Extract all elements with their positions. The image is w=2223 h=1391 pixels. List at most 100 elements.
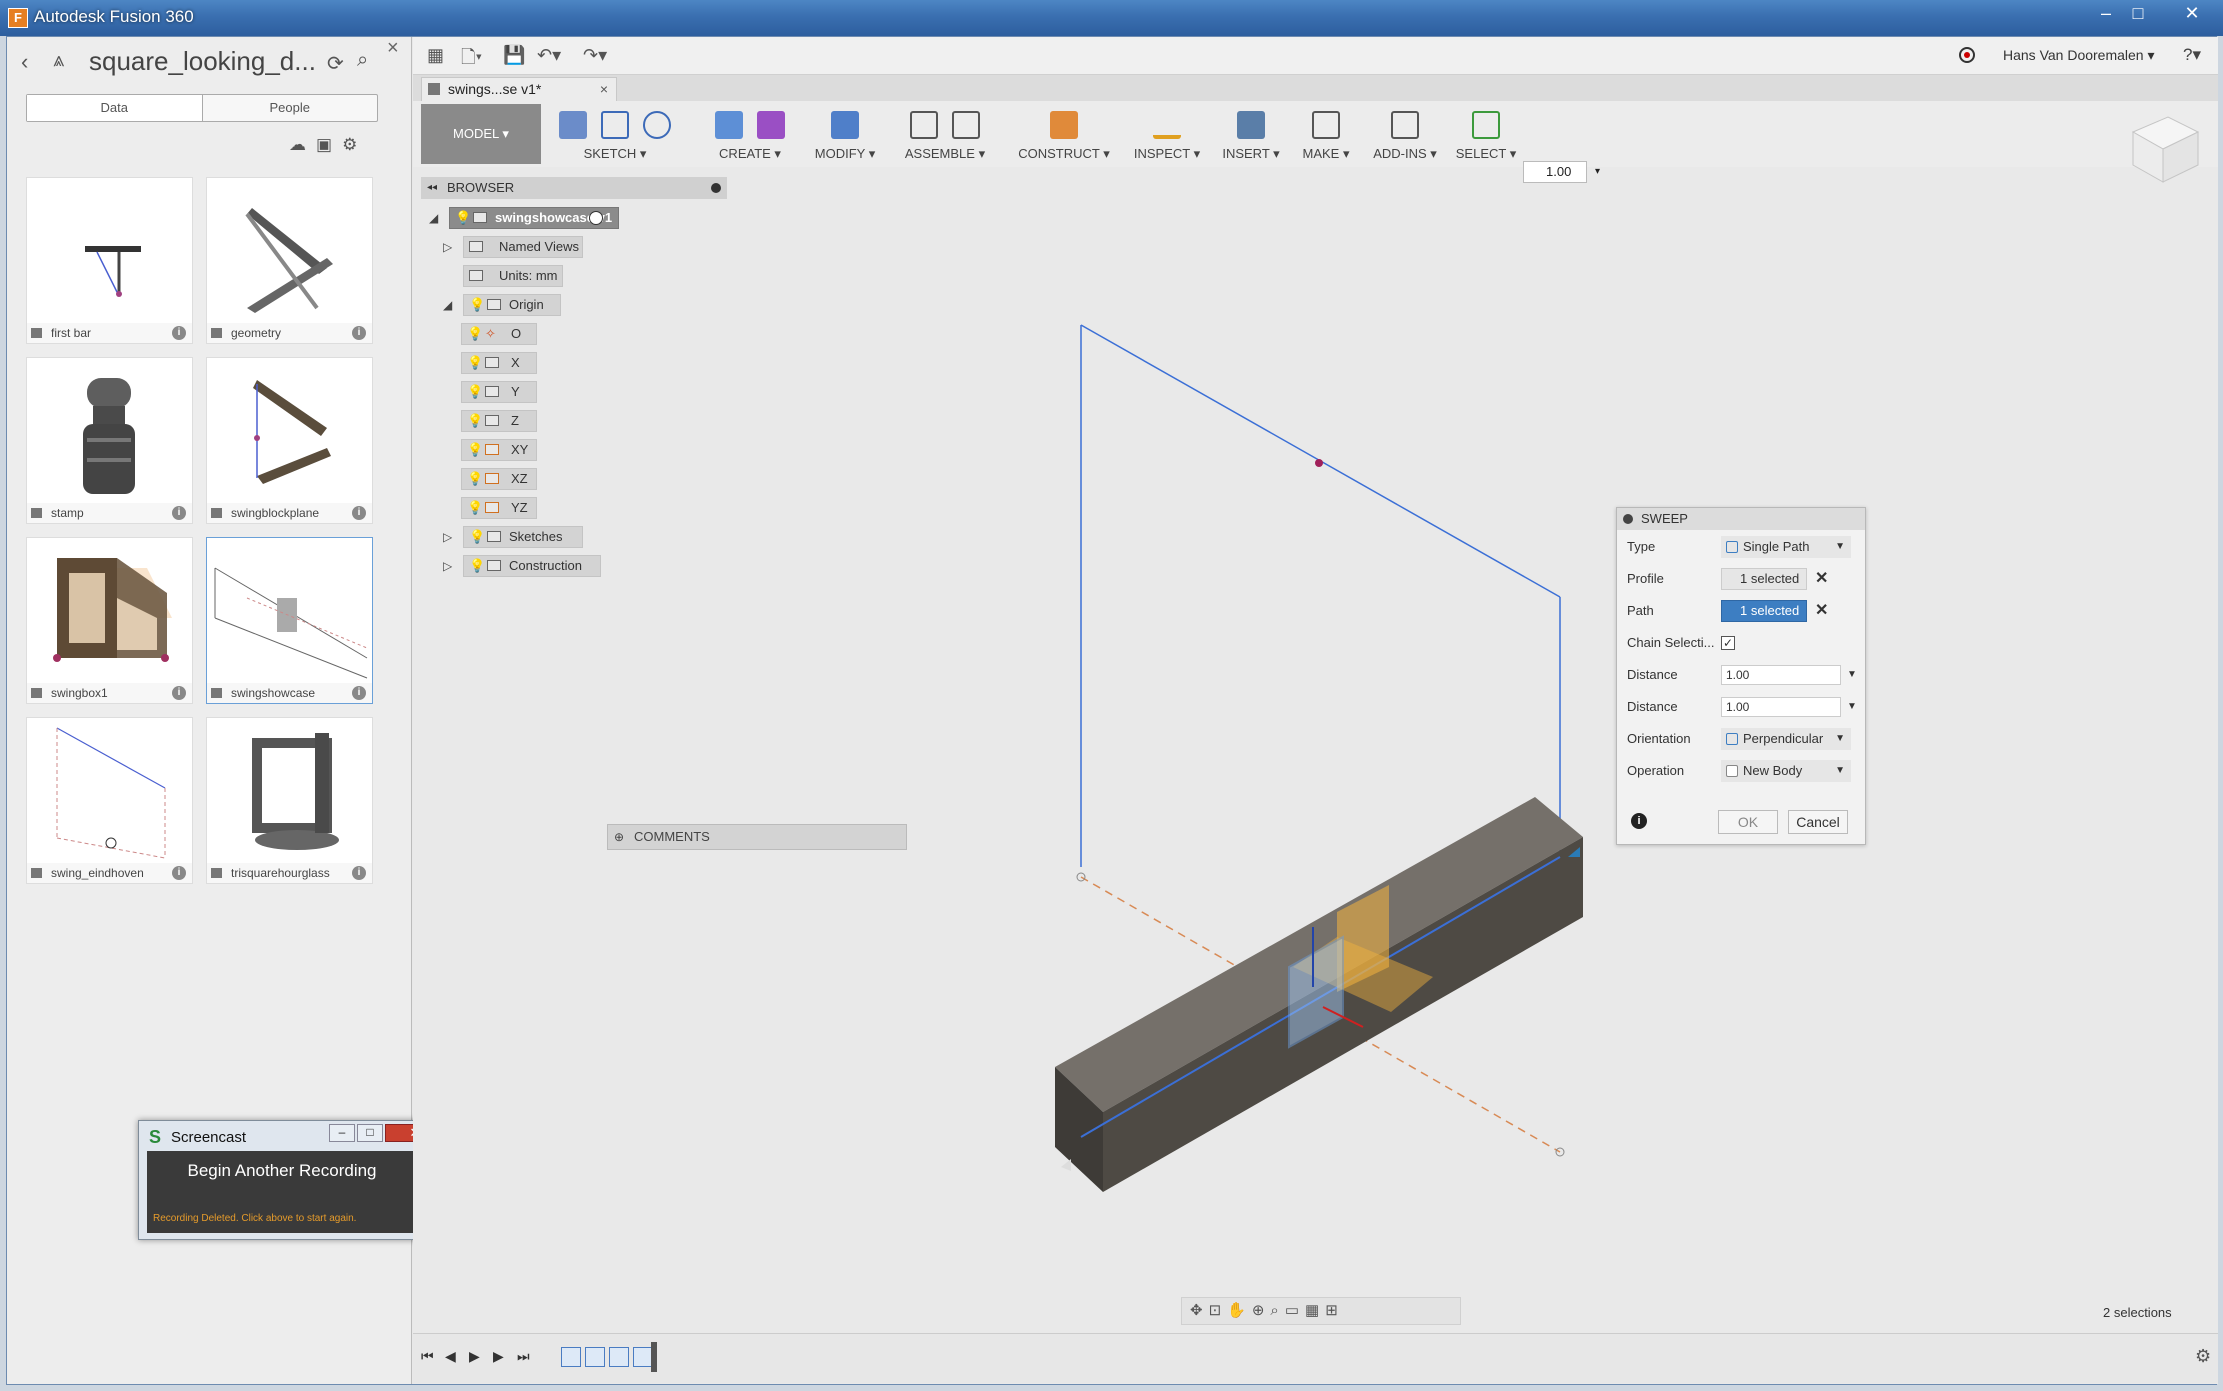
construct-group[interactable]: CONSTRUCT ▾ — [1009, 101, 1119, 167]
view-cube[interactable] — [2123, 107, 2203, 187]
select-menu[interactable]: SELECT ▾ — [1451, 146, 1521, 162]
fit-icon[interactable]: ⌕ — [1270, 1302, 1284, 1319]
inspect-group[interactable]: INSPECT ▾ — [1125, 101, 1209, 167]
go-to-end-icon[interactable]: ⏭ — [517, 1348, 530, 1365]
canvas-viewport[interactable] — [413, 167, 2218, 1333]
file-tile[interactable]: geometry i — [206, 177, 373, 344]
settings-icon[interactable]: ⚙ — [342, 135, 367, 154]
go-to-start-icon[interactable]: ⏮ — [421, 1348, 434, 1365]
grid-settings-icon[interactable]: ▦ — [1305, 1302, 1325, 1319]
upload-icon[interactable]: ☁ — [289, 135, 316, 154]
visibility-icon[interactable]: 💡 — [467, 327, 483, 341]
help-icon[interactable]: ?▾ — [2183, 45, 2201, 65]
addins-group[interactable]: ADD-INS ▾ — [1365, 101, 1445, 167]
file-tile-selected[interactable]: swingshowcase i — [206, 537, 373, 704]
path-selector[interactable]: 1 selected — [1721, 600, 1807, 622]
assemble-menu[interactable]: ASSEMBLE ▾ — [895, 146, 995, 162]
sketch-point[interactable] — [1315, 459, 1323, 467]
profile-selector[interactable]: 1 selected — [1721, 568, 1807, 590]
info-icon[interactable]: i — [172, 866, 186, 880]
make-group[interactable]: MAKE ▾ — [1293, 101, 1359, 167]
chevron-down-icon[interactable]: ▼ — [1847, 664, 1857, 686]
timeline-feature[interactable] — [585, 1347, 605, 1367]
browser-node-xz-plane[interactable]: 💡 XZ — [461, 468, 541, 490]
browser-node-origin-point[interactable]: 💡 ✧ O — [461, 323, 541, 345]
file-tile[interactable]: swingbox1 i — [26, 537, 193, 704]
scale-input[interactable]: 1.00 ▾ — [1523, 161, 1600, 183]
modify-menu[interactable]: MODIFY ▾ — [805, 146, 885, 162]
orientation-select[interactable]: Perpendicular ▼ — [1721, 728, 1851, 750]
undo-icon[interactable]: ↶▾ — [537, 45, 561, 66]
file-tile[interactable]: swing_eindhoven i — [26, 717, 193, 884]
insert-image-icon[interactable] — [1237, 111, 1265, 139]
workspace-switcher[interactable]: MODEL ▾ — [421, 104, 541, 164]
rectangle-icon[interactable] — [601, 111, 629, 139]
expand-icon[interactable]: ▷ — [443, 236, 452, 258]
make-menu[interactable]: MAKE ▾ — [1293, 146, 1359, 162]
info-icon[interactable]: i — [352, 686, 366, 700]
timeline-marker[interactable] — [651, 1342, 657, 1372]
maximize-button[interactable]: □ — [2122, 2, 2154, 26]
user-menu[interactable]: Hans Van Dooremalen ▾ — [2003, 47, 2155, 64]
info-icon[interactable]: i — [1631, 813, 1647, 829]
browser-node-x-axis[interactable]: 💡 X — [461, 352, 541, 374]
close-window-button[interactable]: ✕ — [2170, 2, 2214, 26]
cancel-button[interactable]: Cancel — [1788, 810, 1848, 834]
visibility-icon[interactable]: 💡 — [467, 501, 483, 515]
create-group[interactable]: CREATE ▾ — [705, 101, 795, 167]
grid-menu-icon[interactable]: ▦ — [427, 45, 444, 66]
select-group[interactable]: SELECT ▾ — [1451, 101, 1521, 167]
info-icon[interactable]: i — [172, 506, 186, 520]
step-forward-icon[interactable]: ▶ — [493, 1348, 504, 1365]
form-icon[interactable] — [757, 111, 785, 139]
offset-plane-icon[interactable] — [1050, 111, 1078, 139]
pan-icon[interactable]: ✋ — [1227, 1302, 1252, 1319]
path-start-arrow[interactable] — [1061, 1159, 1071, 1171]
visibility-icon[interactable]: 💡 — [467, 414, 483, 428]
close-panel-icon[interactable]: × — [387, 37, 399, 60]
info-icon[interactable]: i — [352, 326, 366, 340]
file-tile[interactable]: trisquarehourglass i — [206, 717, 373, 884]
file-tile[interactable]: stamp i — [26, 357, 193, 524]
browser-node-y-axis[interactable]: 💡 Y — [461, 381, 541, 403]
info-icon[interactable]: i — [172, 326, 186, 340]
collapse-dialog-icon[interactable] — [1623, 514, 1633, 524]
joint-icon[interactable] — [952, 111, 980, 139]
browser-node-z-axis[interactable]: 💡 Z — [461, 410, 541, 432]
assemble-group[interactable]: ASSEMBLE ▾ — [895, 101, 995, 167]
browser-node-units[interactable]: Units: mm — [443, 265, 563, 287]
select-icon[interactable] — [1472, 111, 1500, 139]
sweep-header[interactable]: SWEEP — [1617, 508, 1865, 530]
info-icon[interactable]: i — [352, 506, 366, 520]
chevron-down-icon[interactable]: ▾ — [1595, 162, 1600, 182]
play-icon[interactable]: ▶ — [469, 1348, 480, 1365]
timeline-settings-icon[interactable]: ⚙ — [2195, 1346, 2211, 1367]
hub-icon[interactable]: ⩓ — [53, 49, 64, 72]
modify-group[interactable]: MODIFY ▾ — [805, 101, 885, 167]
timeline-feature[interactable] — [609, 1347, 629, 1367]
browser-node-yz-plane[interactable]: 💡 YZ — [461, 497, 541, 519]
component-icon[interactable] — [910, 111, 938, 139]
operation-select[interactable]: New Body ▼ — [1721, 760, 1851, 782]
create-sketch-icon[interactable] — [559, 111, 587, 139]
distance-input-2[interactable]: 1.00 — [1721, 697, 1841, 717]
activate-icon[interactable] — [589, 211, 603, 225]
construct-menu[interactable]: CONSTRUCT ▾ — [1009, 146, 1119, 162]
tab-data[interactable]: Data — [27, 95, 203, 121]
display-settings-icon[interactable]: ▭ — [1285, 1302, 1305, 1319]
expand-icon[interactable]: ▷ — [443, 555, 452, 577]
info-icon[interactable]: i — [172, 686, 186, 700]
search-icon[interactable]: ⌕ — [357, 49, 368, 72]
ok-button[interactable]: OK — [1718, 810, 1778, 834]
chevron-down-icon[interactable]: ▼ — [1847, 696, 1857, 718]
minimize-button[interactable]: – — [2090, 2, 2122, 26]
sketch-group[interactable]: SKETCH ▾ — [545, 101, 685, 167]
redo-icon[interactable]: ↷▾ — [583, 45, 607, 66]
browser-node-named-views[interactable]: ▷ Named Views — [443, 236, 583, 258]
browser-node-xy-plane[interactable]: 💡 XY — [461, 439, 541, 461]
comments-panel[interactable]: ⊕ COMMENTS — [607, 824, 907, 850]
orbit-icon[interactable]: ✥ — [1190, 1302, 1209, 1319]
visibility-icon[interactable]: 💡 — [469, 559, 485, 573]
file-tile[interactable]: first bar i — [26, 177, 193, 344]
measure-icon[interactable] — [1153, 111, 1181, 139]
